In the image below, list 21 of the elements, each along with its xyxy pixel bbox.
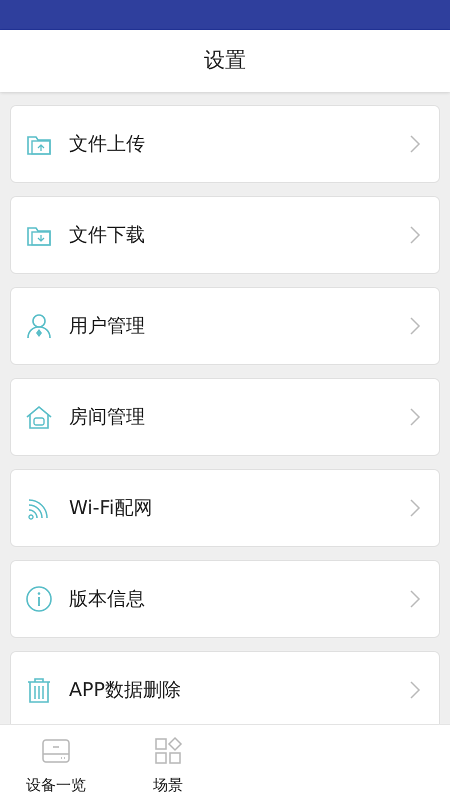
chevron-icon	[409, 681, 421, 699]
settings-item[interactable]: 文件上传	[10, 105, 440, 183]
settings-item[interactable]: APP数据删除	[10, 651, 440, 724]
settings-item[interactable]: 文件下载	[10, 196, 440, 274]
info-icon	[25, 585, 53, 613]
chevron-icon	[409, 135, 421, 153]
chevron-icon	[409, 499, 421, 517]
chevron-icon	[409, 317, 421, 335]
page-title: 设置	[204, 47, 246, 74]
nav-tab[interactable]: 设备一览	[0, 725, 112, 800]
settings-item[interactable]: 房间管理	[10, 378, 440, 456]
settings-item[interactable]: Wi-Fi配网	[10, 469, 440, 547]
chevron-icon	[409, 408, 421, 426]
settings-item[interactable]: 用户管理	[10, 287, 440, 365]
chevron-icon	[409, 590, 421, 608]
settings-item[interactable]: 版本信息	[10, 560, 440, 638]
chevron-icon	[409, 226, 421, 244]
trash-icon	[25, 676, 53, 704]
house-icon	[25, 403, 53, 431]
nav-tab[interactable]: 场景	[112, 725, 224, 800]
user-icon	[25, 312, 53, 340]
